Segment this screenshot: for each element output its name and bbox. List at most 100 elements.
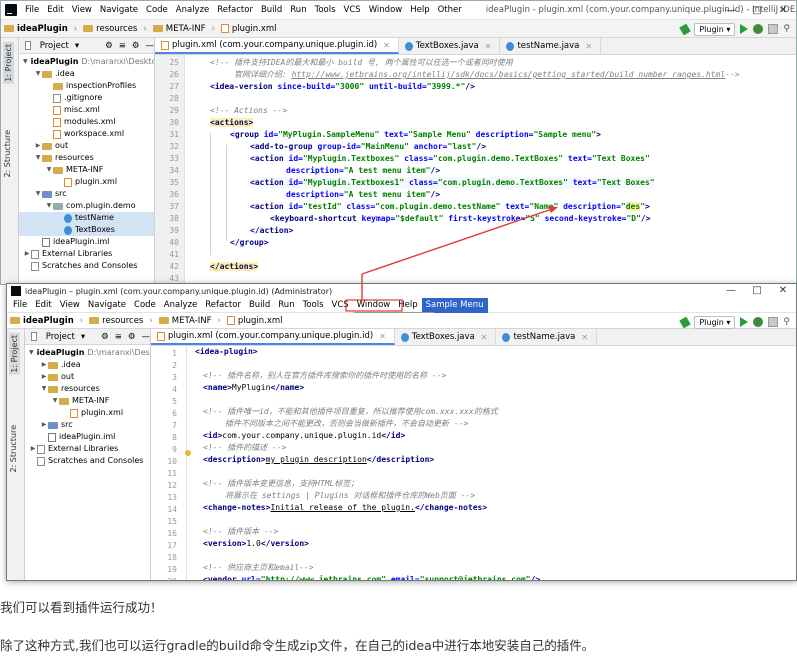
tree-item[interactable]: plugin.xml <box>25 407 150 419</box>
code-editor[interactable]: 123456789101112131415161718192021 <idea-… <box>151 346 796 580</box>
stop-icon[interactable] <box>768 317 779 327</box>
tree-item[interactable]: ▼ ideaPlugin D:\maranxi\Deskt <box>25 347 150 359</box>
menu-run[interactable]: Run <box>286 1 310 20</box>
menu-view[interactable]: View <box>56 298 84 313</box>
breadcrumb-item[interactable]: ideaPlugin › <box>1 24 80 34</box>
menu-code[interactable]: Code <box>142 1 172 20</box>
tree-item[interactable]: ▶ .idea <box>25 359 150 371</box>
debug-icon[interactable] <box>753 24 764 34</box>
menu-build[interactable]: Build <box>245 298 274 313</box>
tree-item[interactable]: Scratches and Consoles <box>19 260 154 272</box>
hide-icon[interactable]: — <box>142 332 151 342</box>
collapsed-arrow-icon[interactable]: ▶ <box>29 443 37 455</box>
menu-refactor[interactable]: Refactor <box>201 298 245 313</box>
run-icon[interactable] <box>740 317 749 327</box>
close-icon[interactable]: ✕ <box>770 5 796 16</box>
expanded-arrow-icon[interactable]: ▼ <box>45 200 53 212</box>
gear-icon[interactable]: ⚙ <box>128 332 136 342</box>
menu-view[interactable]: View <box>68 1 96 20</box>
expanded-arrow-icon[interactable]: ▼ <box>51 395 59 407</box>
expanded-arrow-icon[interactable]: ▼ <box>23 56 28 68</box>
collapsed-arrow-icon[interactable]: ▶ <box>34 140 42 152</box>
tab-close-icon[interactable]: ✕ <box>379 332 386 341</box>
run-configuration-select[interactable]: Plugin ▾ <box>694 22 736 36</box>
breadcrumb-item[interactable]: META-INF › <box>156 316 224 326</box>
code-area[interactable]: <idea-plugin> <!-- 插件名称，别人在官方插件库搜索你的插件时使… <box>195 346 796 580</box>
gear-icon[interactable]: ⚙ <box>132 41 140 51</box>
breadcrumb-item[interactable]: ideaPlugin › <box>7 316 86 326</box>
breadcrumb-item[interactable]: plugin.xml <box>218 24 280 34</box>
tree-item[interactable]: ▼ src <box>19 188 154 200</box>
collapse-icon[interactable]: ≡ <box>115 332 122 342</box>
editor-tab[interactable]: plugin.xml (com.your.company.unique.plug… <box>155 38 399 54</box>
editor-tab[interactable]: testName.java ✕ <box>500 38 602 54</box>
menu-window[interactable]: Window <box>353 298 395 313</box>
tree-item[interactable]: inspectionProfiles <box>19 80 154 92</box>
tool-tab-project[interactable]: 1: Project <box>3 42 14 84</box>
tree-item[interactable]: ▼ META-INF <box>19 164 154 176</box>
menu-file[interactable]: File <box>9 298 31 313</box>
menu-help[interactable]: Help <box>406 1 433 20</box>
minimize-icon[interactable]: — <box>718 285 744 296</box>
tree-item[interactable]: ▼ resources <box>19 152 154 164</box>
maximize-icon[interactable]: □ <box>744 285 770 296</box>
build-hammer-icon[interactable] <box>679 316 692 328</box>
tree-item[interactable]: workspace.xml <box>19 128 154 140</box>
expanded-arrow-icon[interactable]: ▼ <box>34 152 42 164</box>
tree-item[interactable]: misc.xml <box>19 104 154 116</box>
tree-item[interactable]: ▶ out <box>19 140 154 152</box>
expanded-arrow-icon[interactable]: ▼ <box>29 347 34 359</box>
menu-edit[interactable]: Edit <box>31 298 55 313</box>
tree-item[interactable]: ▼ com.plugin.demo <box>19 200 154 212</box>
tree-item[interactable]: TextBoxes <box>19 224 154 236</box>
minimize-icon[interactable]: — <box>718 5 744 16</box>
collapsed-arrow-icon[interactable]: ▶ <box>23 248 31 260</box>
tree-item[interactable]: plugin.xml <box>19 176 154 188</box>
code-area[interactable]: <!-- 插件支持IDEA的最大和最小 build 号, 两个属性可以任选一个或… <box>186 55 796 284</box>
tool-tab-project[interactable]: 1: Project <box>9 333 20 375</box>
menu-run[interactable]: Run <box>274 298 298 313</box>
tab-close-icon[interactable]: ✕ <box>383 41 390 50</box>
project-panel-title[interactable]: Project <box>40 41 69 51</box>
tree-item[interactable]: .gitignore <box>19 92 154 104</box>
intention-bulb-icon[interactable] <box>185 450 191 456</box>
expanded-arrow-icon[interactable]: ▼ <box>40 383 48 395</box>
breadcrumb-item[interactable]: META-INF › <box>150 24 218 34</box>
code-editor[interactable]: 25 26 27 28 29 30 31 32 33 34 35 36 37 38 39 40 41 42 43 <… <box>155 55 796 284</box>
menu-other[interactable]: Other <box>434 1 466 20</box>
tree-item[interactable]: ▼ META-INF <box>25 395 150 407</box>
menu-analyze[interactable]: Analyze <box>160 298 202 313</box>
tab-close-icon[interactable]: ✕ <box>481 333 488 342</box>
editor-tab[interactable]: TextBoxes.java ✕ <box>395 329 497 345</box>
collapse-icon[interactable]: ≡ <box>119 41 126 51</box>
settings-icon[interactable]: ⚙ <box>105 41 113 51</box>
menu-code[interactable]: Code <box>130 298 160 313</box>
tab-close-icon[interactable]: ✕ <box>581 333 588 342</box>
tool-tab-structure[interactable]: 2: Structure <box>3 130 12 178</box>
editor-tab[interactable]: plugin.xml (com.your.company.unique.plug… <box>151 329 395 345</box>
collapsed-arrow-icon[interactable]: ▶ <box>40 419 48 431</box>
expanded-arrow-icon[interactable]: ▼ <box>34 188 42 200</box>
menu-file[interactable]: File <box>21 1 43 20</box>
menu-navigate[interactable]: Navigate <box>84 298 130 313</box>
search-icon[interactable]: ⚲ <box>783 317 790 327</box>
project-panel-title[interactable]: Project <box>46 332 75 342</box>
debug-icon[interactable] <box>753 317 764 327</box>
breadcrumb-item[interactable]: resources › <box>86 316 156 326</box>
tree-item[interactable]: ▶ External Libraries <box>25 443 150 455</box>
expanded-arrow-icon[interactable]: ▼ <box>34 68 42 80</box>
menu-analyze[interactable]: Analyze <box>172 1 214 20</box>
tree-item[interactable]: Scratches and Consoles <box>25 455 150 467</box>
tree-item[interactable]: ideaPlugin.iml <box>19 236 154 248</box>
tree-item[interactable]: ▼ .idea <box>19 68 154 80</box>
expanded-arrow-icon[interactable]: ▼ <box>45 164 53 176</box>
tree-item[interactable]: modules.xml <box>19 116 154 128</box>
editor-tab[interactable]: TextBoxes.java ✕ <box>399 38 501 54</box>
breadcrumb-item[interactable]: plugin.xml <box>224 316 286 326</box>
close-icon[interactable]: ✕ <box>770 285 796 296</box>
tree-item[interactable]: testName <box>19 212 154 224</box>
build-hammer-icon[interactable] <box>679 23 692 35</box>
menu-tools[interactable]: Tools <box>311 1 340 20</box>
menu-edit[interactable]: Edit <box>43 1 67 20</box>
hide-icon[interactable]: — <box>146 41 155 51</box>
